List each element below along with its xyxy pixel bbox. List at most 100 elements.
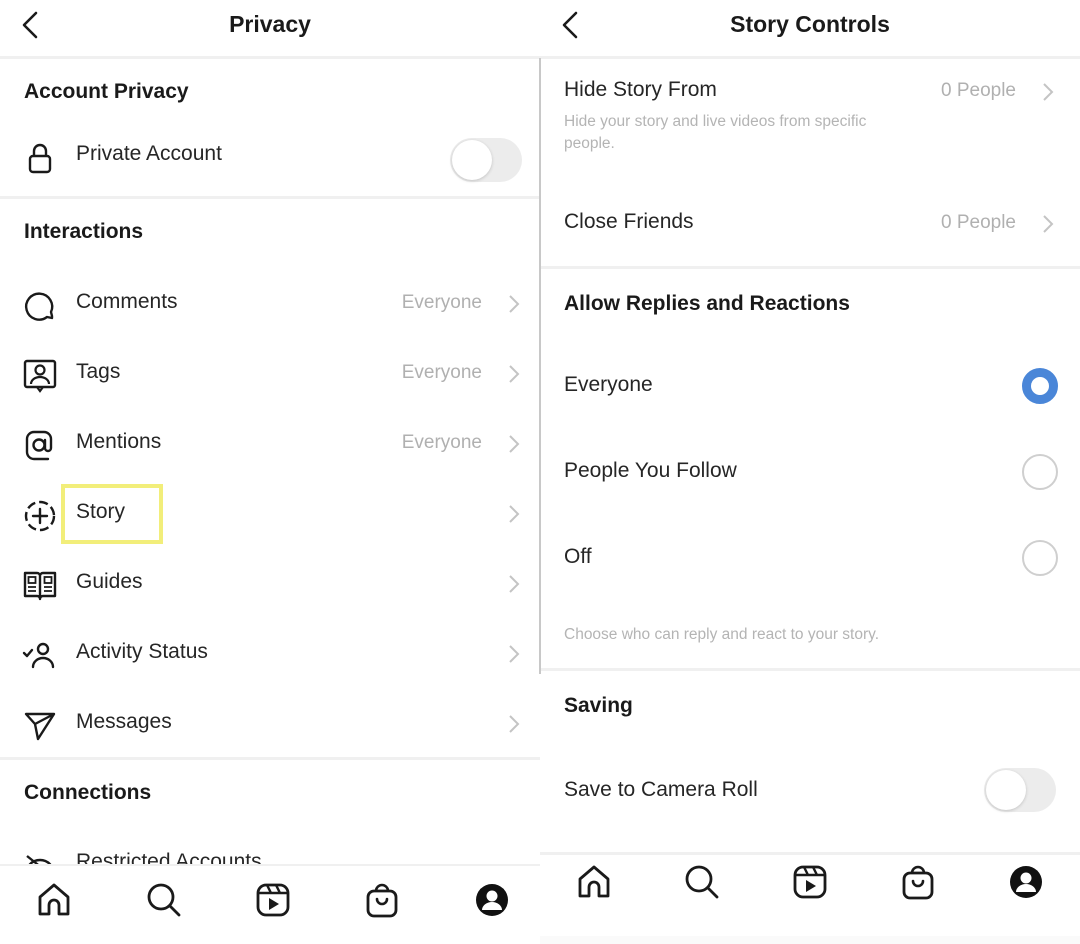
tab-shop[interactable] xyxy=(898,862,938,902)
reels-icon xyxy=(793,865,827,899)
save-to-camera-roll-toggle[interactable] xyxy=(984,768,1056,812)
home-icon xyxy=(578,865,610,898)
list-item-mentions[interactable]: Mentions Everyone xyxy=(0,416,540,472)
tags-label: Tags xyxy=(76,360,121,383)
section-title-allow-replies: Allow Replies and Reactions xyxy=(564,292,850,315)
tab-search[interactable] xyxy=(144,880,184,920)
reels-icon xyxy=(256,883,290,917)
guides-icon xyxy=(22,568,58,604)
chevron-right-icon xyxy=(508,294,520,314)
activity-status-label: Activity Status xyxy=(76,640,208,663)
save-to-camera-roll-row: Save to Camera Roll xyxy=(540,764,1080,818)
radio-everyone[interactable] xyxy=(1022,368,1058,404)
mentions-value: Everyone xyxy=(401,432,482,453)
section-title-connections: Connections xyxy=(24,781,152,804)
paper-plane-icon xyxy=(22,708,58,744)
close-friends-label: Close Friends xyxy=(564,210,694,233)
divider xyxy=(540,668,1080,671)
section-title-account-privacy: Account Privacy xyxy=(24,80,189,103)
page-title: Privacy xyxy=(229,11,311,37)
private-account-label: Private Account xyxy=(76,142,222,165)
messages-label: Messages xyxy=(76,710,172,733)
save-to-camera-roll-label: Save to Camera Roll xyxy=(564,778,758,801)
list-item-comments[interactable]: Comments Everyone xyxy=(0,276,540,332)
search-icon xyxy=(147,883,181,917)
reply-option-off[interactable]: Off xyxy=(540,532,1080,584)
story-add-icon xyxy=(22,498,58,534)
profile-icon xyxy=(1010,866,1042,898)
list-item-activity-status[interactable]: Activity Status xyxy=(0,626,540,682)
shop-bag-icon xyxy=(902,865,934,900)
divider xyxy=(0,56,540,59)
privacy-header: Privacy xyxy=(0,0,540,54)
comments-label: Comments xyxy=(76,290,178,313)
profile-icon xyxy=(476,884,508,916)
tab-shop[interactable] xyxy=(362,880,402,920)
divider xyxy=(540,852,1080,855)
hide-story-from-row[interactable]: Hide Story From 0 People Hide your story… xyxy=(540,70,1080,180)
home-indicator-area xyxy=(540,936,1080,944)
home-icon xyxy=(38,883,70,916)
divider xyxy=(0,196,540,199)
story-controls-screen: Story Controls Hide Story From 0 People … xyxy=(540,0,1080,944)
lock-icon xyxy=(22,140,58,176)
list-item-tags[interactable]: Tags Everyone xyxy=(0,346,540,402)
tab-home[interactable] xyxy=(34,880,74,920)
chevron-right-icon xyxy=(508,714,520,734)
panel-divider xyxy=(539,58,541,674)
hide-story-from-description: Hide your story and live videos from spe… xyxy=(564,113,867,152)
comments-value: Everyone xyxy=(401,292,482,313)
story-controls-header: Story Controls xyxy=(540,0,1080,54)
list-item-story[interactable]: Story xyxy=(0,486,540,542)
reply-option-everyone[interactable]: Everyone xyxy=(540,360,1080,412)
close-friends-row[interactable]: Close Friends 0 People xyxy=(540,200,1080,250)
radio-off[interactable] xyxy=(1022,540,1058,576)
at-sign-icon xyxy=(22,428,58,464)
tab-bar xyxy=(540,856,1080,944)
chevron-right-icon xyxy=(508,504,520,524)
close-friends-value: 0 People xyxy=(940,212,1016,233)
divider xyxy=(540,266,1080,269)
hide-story-from-label: Hide Story From xyxy=(564,78,717,101)
tab-profile[interactable] xyxy=(1006,862,1046,902)
toggle-knob xyxy=(452,140,492,180)
activity-status-icon xyxy=(22,638,58,674)
story-label: Story xyxy=(76,500,126,523)
chevron-right-icon xyxy=(1042,214,1054,234)
chevron-right-icon xyxy=(508,574,520,594)
tab-profile[interactable] xyxy=(472,880,512,920)
chevron-right-icon xyxy=(508,644,520,664)
reply-option-people-you-follow[interactable]: People You Follow xyxy=(540,446,1080,498)
mentions-label: Mentions xyxy=(76,430,162,453)
toggle-knob xyxy=(986,770,1026,810)
tab-reels[interactable] xyxy=(253,880,293,920)
tab-reels[interactable] xyxy=(790,862,830,902)
section-title-interactions: Interactions xyxy=(24,220,144,243)
shop-bag-icon xyxy=(366,883,398,918)
private-account-row: Private Account xyxy=(0,128,540,184)
tab-search[interactable] xyxy=(682,862,722,902)
chevron-right-icon xyxy=(508,434,520,454)
divider xyxy=(0,757,540,760)
list-item-messages[interactable]: Messages xyxy=(0,696,540,752)
private-account-toggle[interactable] xyxy=(450,138,522,182)
option-label: Off xyxy=(564,545,592,568)
option-label: People You Follow xyxy=(564,459,737,482)
hide-story-from-value: 0 People xyxy=(940,80,1016,101)
chevron-right-icon xyxy=(1042,82,1054,102)
section-title-saving: Saving xyxy=(564,694,633,717)
comment-icon xyxy=(22,288,58,324)
replies-note: Choose who can reply and react to your s… xyxy=(564,626,880,643)
guides-label: Guides xyxy=(76,570,143,593)
divider xyxy=(540,56,1080,59)
tab-home[interactable] xyxy=(574,862,614,902)
list-item-guides[interactable]: Guides xyxy=(0,556,540,612)
search-icon xyxy=(685,865,719,899)
tags-value: Everyone xyxy=(401,362,482,383)
option-label: Everyone xyxy=(564,373,653,396)
tab-bar xyxy=(0,864,540,944)
tag-person-icon xyxy=(22,358,58,394)
privacy-screen: Privacy Account Privacy Private Account … xyxy=(0,0,540,944)
radio-people-you-follow[interactable] xyxy=(1022,454,1058,490)
page-title: Story Controls xyxy=(730,11,890,37)
